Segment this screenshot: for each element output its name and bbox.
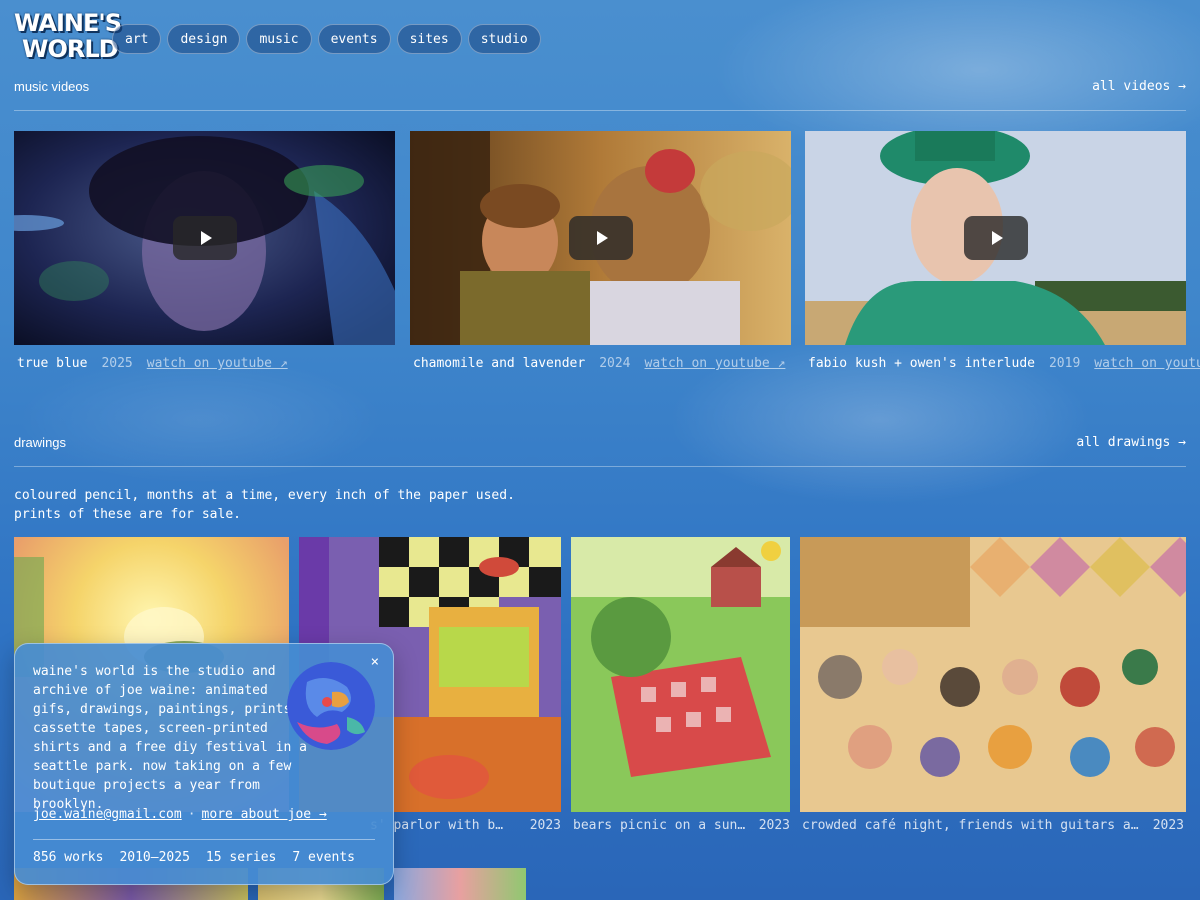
description-line-2: prints of these are for sale.	[14, 507, 241, 522]
main-nav: art design music events sites studio	[112, 24, 541, 54]
video-title: chamomile and lavender	[413, 356, 586, 371]
video-thumbnail[interactable]	[14, 131, 395, 345]
about-card: waine's world is the studio and archive …	[14, 643, 394, 885]
about-divider	[33, 839, 375, 840]
video-title: fabio kush + owen's interlude	[808, 356, 1035, 371]
stat-works: 856 works	[33, 850, 104, 865]
watch-on-youtube-link[interactable]: watch on youtube ↗	[645, 356, 786, 371]
close-icon[interactable]: ×	[371, 654, 379, 670]
drawings-description: coloured pencil, months at a time, every…	[14, 486, 515, 524]
drawing-year: 2023	[758, 818, 790, 833]
stat-years: 2010–2025	[119, 850, 190, 865]
all-drawings-link[interactable]: all drawings →	[1076, 435, 1186, 450]
nav-studio[interactable]: studio	[467, 24, 541, 54]
play-icon	[200, 231, 212, 245]
nav-design[interactable]: design	[167, 24, 241, 54]
description-line-1: coloured pencil, months at a time, every…	[14, 488, 515, 503]
separator: ·	[187, 807, 196, 822]
nav-events[interactable]: events	[317, 24, 391, 54]
nav-music[interactable]: music	[246, 24, 312, 54]
site-logo[interactable]: WAINE'S WORLD	[14, 9, 122, 68]
about-text: waine's world is the studio and archive …	[33, 664, 307, 812]
drawing-image	[800, 537, 1186, 812]
watch-on-youtube-link[interactable]: watch on youtube ↗	[147, 356, 288, 371]
video-meta: fabio kush + owen's interlude 2019 watch…	[808, 356, 1200, 371]
about-links: joe.waine@gmail.com · more about joe →	[33, 807, 327, 822]
play-icon	[596, 231, 608, 245]
play-button[interactable]	[568, 216, 633, 260]
video-meta: true blue 2025 watch on youtube ↗	[17, 356, 288, 371]
drawing-title: bears picnic on a sunny …	[573, 818, 749, 833]
video-year: 2025	[101, 356, 133, 371]
logo-line-1: WAINE'S	[14, 9, 122, 37]
drawing-caption: s' parlor with b… 2023	[370, 818, 561, 833]
logo-line-2: WORLD	[22, 35, 119, 63]
stat-series: 15 series	[205, 850, 277, 865]
video-card-chamomile: chamomile and lavender 2024 watch on you…	[410, 131, 791, 371]
video-card-true-blue: true blue 2025 watch on youtube ↗	[14, 131, 395, 371]
nav-sites[interactable]: sites	[396, 24, 462, 54]
drawing-caption: crowded café night, friends with guitars…	[802, 818, 1184, 833]
drawing-thumbnail[interactable]	[394, 868, 526, 900]
video-year: 2024	[599, 356, 631, 371]
more-about-link[interactable]: more about joe →	[202, 807, 327, 822]
video-meta: chamomile and lavender 2024 watch on you…	[413, 356, 785, 371]
video-thumbnail[interactable]	[410, 131, 791, 345]
drawing-thumbnail[interactable]	[571, 537, 790, 812]
drawing-image	[571, 537, 790, 812]
video-year: 2019	[1048, 356, 1081, 371]
all-videos-link[interactable]: all videos →	[1092, 79, 1186, 94]
video-card-fabio-kush: fabio kush + owen's interlude 2019 watch…	[805, 131, 1200, 371]
drawing-title: crowded café night, friends with guitars…	[802, 818, 1143, 833]
drawing-thumbnail[interactable]	[800, 537, 1186, 812]
nav-art[interactable]: art	[112, 24, 162, 54]
globe-icon	[287, 662, 375, 750]
music-divider	[14, 110, 1186, 111]
video-title: true blue	[17, 356, 88, 371]
stat-events: 7 events	[292, 850, 355, 865]
drawing-year: 2023	[1152, 818, 1184, 833]
drawing-year: 2023	[529, 818, 561, 833]
video-thumbnail[interactable]	[805, 131, 1186, 345]
about-stats: 856 works 2010–2025 15 series 7 events	[33, 850, 355, 865]
music-videos-heading: music videos	[14, 79, 90, 94]
drawings-heading: drawings	[14, 435, 67, 450]
globe-image	[287, 662, 375, 750]
watch-on-youtube-link[interactable]: watch on youtube ↗	[1094, 356, 1200, 371]
drawings-divider	[14, 466, 1186, 467]
play-button[interactable]	[172, 216, 237, 260]
play-button[interactable]	[963, 216, 1028, 260]
drawing-caption: bears picnic on a sunny … 2023	[573, 818, 790, 833]
play-icon	[991, 231, 1003, 245]
email-link[interactable]: joe.waine@gmail.com	[33, 807, 182, 822]
